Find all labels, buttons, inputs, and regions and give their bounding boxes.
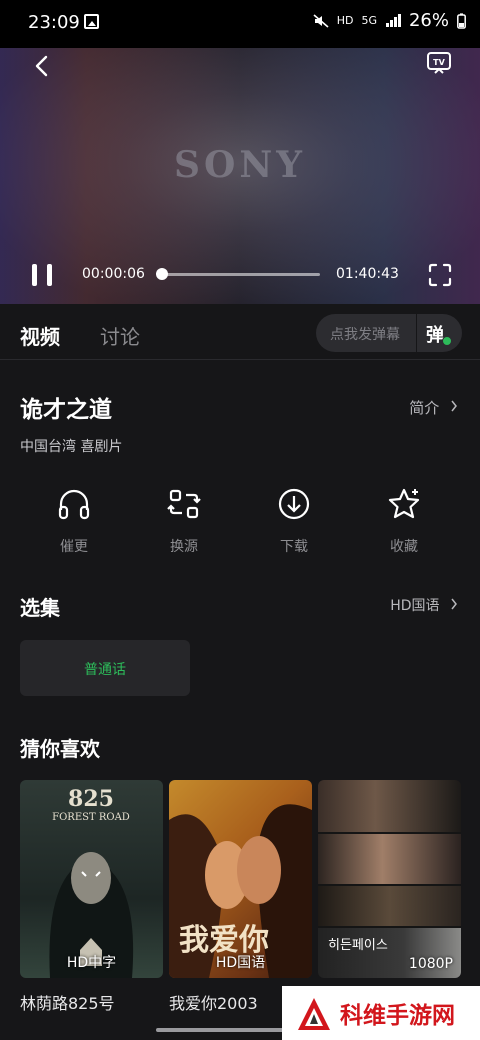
action-download[interactable]: 下载 [254, 486, 334, 556]
status-time: 23:09 [28, 12, 80, 33]
content-tabs: 视频 讨论 点我发弹幕 弹 [0, 304, 480, 360]
status-bar: 23:09 HD 5G 26% [0, 0, 480, 48]
status-indicators: HD 5G 26% [313, 10, 466, 31]
poster-panel [318, 834, 461, 884]
seek-bar[interactable] [156, 268, 320, 280]
poster-i-love-you[interactable]: 我爱你 HD国语 [169, 780, 312, 978]
star-icon [388, 488, 420, 519]
poster-hidden-face[interactable]: 히든페이스 1080P [318, 780, 461, 978]
mute-icon [313, 13, 329, 28]
download-icon [278, 488, 310, 520]
danmu-placeholder: 点我发弹幕 [330, 327, 400, 343]
poster-title[interactable]: 我爱你2003 [169, 990, 258, 1014]
video-logo-text: SONY [174, 144, 306, 186]
signal-icon [385, 14, 401, 27]
episode-chip[interactable]: 普通话 [20, 640, 190, 696]
intro-link[interactable]: 简介 [409, 397, 458, 418]
tab-discussion[interactable]: 讨论 [100, 321, 140, 350]
episodes-quality: HD国语 [390, 598, 440, 614]
poster-forest-road[interactable]: 825 FOREST ROAD HD中字 [20, 780, 163, 978]
action-urge[interactable]: 催更 [34, 486, 114, 556]
episode-chip-label: 普通话 [84, 662, 126, 678]
hd-indicator: HD [336, 14, 354, 27]
pause-button[interactable] [30, 262, 54, 288]
action-switch-source[interactable]: 换源 [144, 486, 224, 556]
danmu-on-indicator [442, 336, 452, 346]
poster-artwork: 825 FOREST ROAD [49, 786, 134, 978]
action-bar: 催更 换源 下载 收藏 [0, 486, 480, 566]
switch-source-icon [167, 489, 201, 519]
total-time: 01:40:43 [336, 266, 399, 282]
action-label: 收藏 [390, 539, 418, 555]
show-title: 诡才之道 [20, 397, 112, 423]
show-meta: 中国台湾 喜剧片 [20, 439, 123, 455]
action-label: 换源 [170, 539, 198, 555]
intro-label: 简介 [409, 399, 440, 417]
poster-title[interactable]: 林荫路825号 [20, 990, 115, 1014]
poster-panel [318, 780, 461, 832]
poster-subtitle: FOREST ROAD [52, 812, 130, 823]
danmu-toggle-button[interactable]: 弹 [426, 321, 444, 347]
site-watermark: 科维手游网 [282, 986, 480, 1040]
watermark-text: 科维手游网 [340, 1003, 455, 1029]
action-label: 催更 [60, 539, 88, 555]
watermark-logo-icon [298, 998, 330, 1030]
gallery-notification-icon [84, 14, 99, 29]
action-favorite[interactable]: 收藏 [364, 486, 444, 556]
headphones-icon [58, 489, 90, 520]
video-player[interactable]: SONY [0, 48, 480, 304]
network-indicator: 5G [361, 14, 377, 27]
poster-number: 825 [68, 786, 114, 812]
poster-korean-title: 히든페이스 [328, 938, 388, 953]
episodes-title: 选集 [20, 596, 60, 620]
tab-video[interactable]: 视频 [20, 321, 60, 350]
battery-percent: 26% [408, 10, 449, 31]
poster-quality: HD国语 [215, 955, 266, 971]
poster-quality: 1080P [408, 956, 453, 972]
svg-text:TV: TV [433, 58, 445, 67]
fullscreen-icon[interactable] [428, 263, 452, 287]
poster-quality: HD中字 [66, 955, 117, 971]
poster-artwork: 我爱你 [169, 804, 312, 978]
current-time: 00:00:06 [82, 266, 145, 282]
tv-cast-icon[interactable]: TV [426, 50, 452, 76]
back-arrow-icon[interactable] [30, 54, 54, 78]
recommend-title: 猜你喜欢 [20, 737, 100, 761]
poster-panel [318, 886, 461, 926]
danmu-divider [416, 314, 417, 352]
episodes-quality-link[interactable]: HD国语 [390, 595, 458, 615]
chevron-right-icon [451, 598, 457, 610]
chevron-right-icon [451, 400, 457, 412]
battery-icon [457, 12, 466, 29]
danmu-input[interactable]: 点我发弹幕 弹 [316, 314, 462, 352]
action-label: 下载 [280, 539, 308, 555]
